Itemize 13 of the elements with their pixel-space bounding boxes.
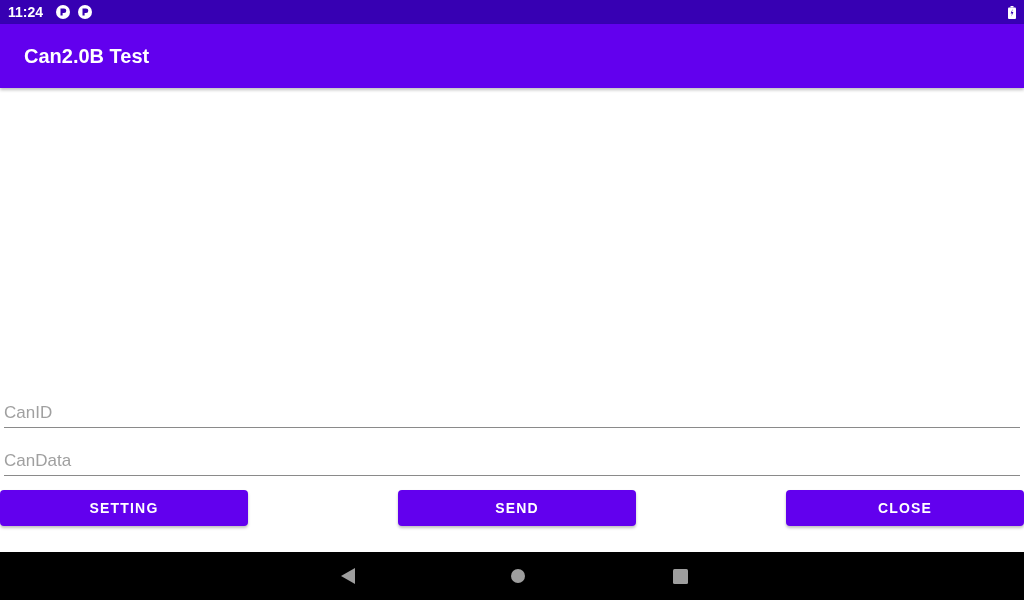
- notification-icon: [78, 5, 93, 19]
- action-button[interactable]: CLOSE: [786, 490, 1024, 526]
- recents-icon[interactable]: [673, 568, 688, 584]
- home-icon[interactable]: [511, 569, 525, 583]
- status-time: 11:24: [8, 5, 44, 19]
- battery-icon: [1008, 5, 1016, 19]
- notification-icon: [56, 5, 71, 19]
- action-button[interactable]: SEND: [398, 490, 636, 526]
- back-icon[interactable]: [341, 568, 355, 584]
- action-button[interactable]: SETTING: [0, 490, 248, 526]
- input-field[interactable]: CanData: [4, 444, 1020, 476]
- input-field[interactable]: CanID: [4, 396, 1020, 428]
- app-title: Can2.0B Test: [24, 44, 150, 69]
